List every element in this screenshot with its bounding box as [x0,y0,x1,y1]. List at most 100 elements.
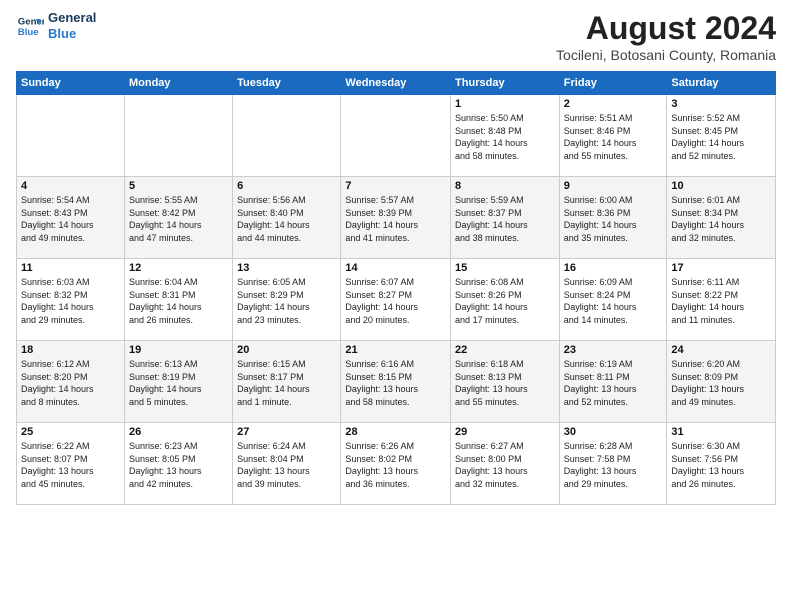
day-number: 22 [455,344,555,356]
calendar-cell: 15 Sunrise: 6:08 AM Sunset: 8:26 PM Dayli… [451,259,560,341]
calendar-cell: 28Sunrise: 6:26 AM Sunset: 8:02 PM Dayli… [341,423,451,505]
calendar-cell: 8Sunrise: 5:59 AM Sunset: 8:37 PM Daylig… [451,177,560,259]
day-info: Sunrise: 6:11 AM Sunset: 8:22 PM Dayligh… [671,276,771,326]
subtitle: Tocileni, Botosani County, Romania [556,47,776,63]
day-info: Sunrise: 6:04 AM Sunset: 8:31 PM Dayligh… [129,276,228,326]
day-number: 17 [671,262,771,274]
day-info: Sunrise: 6:19 AM Sunset: 8:11 PM Dayligh… [564,358,663,408]
day-number: 5 [129,180,228,192]
calendar-cell: 10Sunrise: 6:01 AM Sunset: 8:34 PM Dayli… [667,177,776,259]
calendar-cell: 14 Sunrise: 6:07 AM Sunset: 8:27 PM Dayli… [341,259,451,341]
day-info: Sunrise: 6:18 AM Sunset: 8:13 PM Dayligh… [455,358,555,408]
day-info: Sunrise: 5:51 AM Sunset: 8:46 PM Dayligh… [564,112,663,162]
day-number: 18 [21,344,120,356]
day-info: Sunrise: 6:07 AM Sunset: 8:27 PM Dayligh… [345,276,446,326]
calendar-cell: 31 Sunrise: 6:30 AM Sunset: 7:56 PM Dayli… [667,423,776,505]
day-info: Sunrise: 6:22 AM Sunset: 8:07 PM Dayligh… [21,440,120,490]
day-number: 1 [455,98,555,110]
day-number: 4 [21,180,120,192]
main-title: August 2024 [556,10,776,47]
logo-text-blue: Blue [48,26,96,42]
day-info: Sunrise: 6:23 AM Sunset: 8:05 PM Dayligh… [129,440,228,490]
day-info: Sunrise: 6:15 AM Sunset: 8:17 PM Dayligh… [237,358,336,408]
col-tuesday: Tuesday [233,72,341,95]
day-info: Sunrise: 6:27 AM Sunset: 8:00 PM Dayligh… [455,440,555,490]
day-info: Sunrise: 5:54 AM Sunset: 8:43 PM Dayligh… [21,194,120,244]
day-number: 30 [564,426,663,438]
day-info: Sunrise: 5:56 AM Sunset: 8:40 PM Dayligh… [237,194,336,244]
col-thursday: Thursday [451,72,560,95]
day-number: 13 [237,262,336,274]
calendar-cell: 3 Sunrise: 5:52 AM Sunset: 8:45 PM Daylig… [667,95,776,177]
day-number: 20 [237,344,336,356]
day-number: 16 [564,262,663,274]
day-number: 6 [237,180,336,192]
calendar-cell: 11 Sunrise: 6:03 AM Sunset: 8:32 PM Dayli… [17,259,125,341]
day-info: Sunrise: 5:55 AM Sunset: 8:42 PM Dayligh… [129,194,228,244]
day-number: 26 [129,426,228,438]
day-number: 12 [129,262,228,274]
day-number: 27 [237,426,336,438]
logo: General Blue General Blue [16,10,96,41]
day-number: 29 [455,426,555,438]
calendar-cell: 19 Sunrise: 6:13 AM Sunset: 8:19 PM Dayli… [124,341,232,423]
calendar-cell: 9 Sunrise: 6:00 AM Sunset: 8:36 PM Daylig… [559,177,667,259]
day-number: 7 [345,180,446,192]
day-number: 11 [21,262,120,274]
calendar-cell: 20 Sunrise: 6:15 AM Sunset: 8:17 PM Dayli… [233,341,341,423]
day-number: 31 [671,426,771,438]
day-info: Sunrise: 6:12 AM Sunset: 8:20 PM Dayligh… [21,358,120,408]
calendar-cell: 7Sunrise: 5:57 AM Sunset: 8:39 PM Daylig… [341,177,451,259]
day-info: Sunrise: 6:26 AM Sunset: 8:02 PM Dayligh… [345,440,446,490]
day-info: Sunrise: 6:24 AM Sunset: 8:04 PM Dayligh… [237,440,336,490]
day-info: Sunrise: 6:13 AM Sunset: 8:19 PM Dayligh… [129,358,228,408]
calendar-cell: 13Sunrise: 6:05 AM Sunset: 8:29 PM Dayli… [233,259,341,341]
col-wednesday: Wednesday [341,72,451,95]
day-number: 25 [21,426,120,438]
calendar-header-row: Sunday Monday Tuesday Wednesday Thursday… [17,72,776,95]
calendar-cell: 21 Sunrise: 6:16 AM Sunset: 8:15 PM Dayli… [341,341,451,423]
day-number: 15 [455,262,555,274]
calendar-cell: 5 Sunrise: 5:55 AM Sunset: 8:42 PM Daylig… [124,177,232,259]
calendar-week-row-4: 18 Sunrise: 6:12 AM Sunset: 8:20 PM Dayli… [17,341,776,423]
day-info: Sunrise: 6:16 AM Sunset: 8:15 PM Dayligh… [345,358,446,408]
day-number: 21 [345,344,446,356]
day-info: Sunrise: 5:52 AM Sunset: 8:45 PM Dayligh… [671,112,771,162]
day-info: Sunrise: 6:03 AM Sunset: 8:32 PM Dayligh… [21,276,120,326]
calendar-cell: 16Sunrise: 6:09 AM Sunset: 8:24 PM Dayli… [559,259,667,341]
calendar-cell: 24 Sunrise: 6:20 AM Sunset: 8:09 PM Dayli… [667,341,776,423]
calendar-cell: 6 Sunrise: 5:56 AM Sunset: 8:40 PM Daylig… [233,177,341,259]
day-number: 24 [671,344,771,356]
calendar-week-row-3: 11 Sunrise: 6:03 AM Sunset: 8:32 PM Dayli… [17,259,776,341]
calendar-week-row-1: 1 Sunrise: 5:50 AM Sunset: 8:48 PM Daylig… [17,95,776,177]
logo-text-general: General [48,10,96,26]
calendar-week-row-5: 25 Sunrise: 6:22 AM Sunset: 8:07 PM Dayli… [17,423,776,505]
day-number: 9 [564,180,663,192]
day-info: Sunrise: 5:50 AM Sunset: 8:48 PM Dayligh… [455,112,555,162]
calendar-cell [233,95,341,177]
day-number: 19 [129,344,228,356]
day-number: 10 [671,180,771,192]
calendar-table: Sunday Monday Tuesday Wednesday Thursday… [16,71,776,505]
calendar-cell: 25 Sunrise: 6:22 AM Sunset: 8:07 PM Dayli… [17,423,125,505]
col-monday: Monday [124,72,232,95]
day-info: Sunrise: 6:08 AM Sunset: 8:26 PM Dayligh… [455,276,555,326]
col-saturday: Saturday [667,72,776,95]
day-number: 3 [671,98,771,110]
calendar-week-row-2: 4 Sunrise: 5:54 AM Sunset: 8:43 PM Daylig… [17,177,776,259]
day-number: 2 [564,98,663,110]
day-number: 23 [564,344,663,356]
calendar-cell: 22 Sunrise: 6:18 AM Sunset: 8:13 PM Dayli… [451,341,560,423]
day-info: Sunrise: 6:00 AM Sunset: 8:36 PM Dayligh… [564,194,663,244]
day-info: Sunrise: 6:30 AM Sunset: 7:56 PM Dayligh… [671,440,771,490]
calendar-cell: 23 Sunrise: 6:19 AM Sunset: 8:11 PM Dayli… [559,341,667,423]
day-number: 14 [345,262,446,274]
col-sunday: Sunday [17,72,125,95]
title-block: August 2024 Tocileni, Botosani County, R… [556,10,776,63]
day-info: Sunrise: 6:20 AM Sunset: 8:09 PM Dayligh… [671,358,771,408]
header: General Blue General Blue August 2024 To… [16,10,776,63]
col-friday: Friday [559,72,667,95]
calendar-cell: 4 Sunrise: 5:54 AM Sunset: 8:43 PM Daylig… [17,177,125,259]
calendar-cell: 18 Sunrise: 6:12 AM Sunset: 8:20 PM Dayli… [17,341,125,423]
calendar-cell [124,95,232,177]
